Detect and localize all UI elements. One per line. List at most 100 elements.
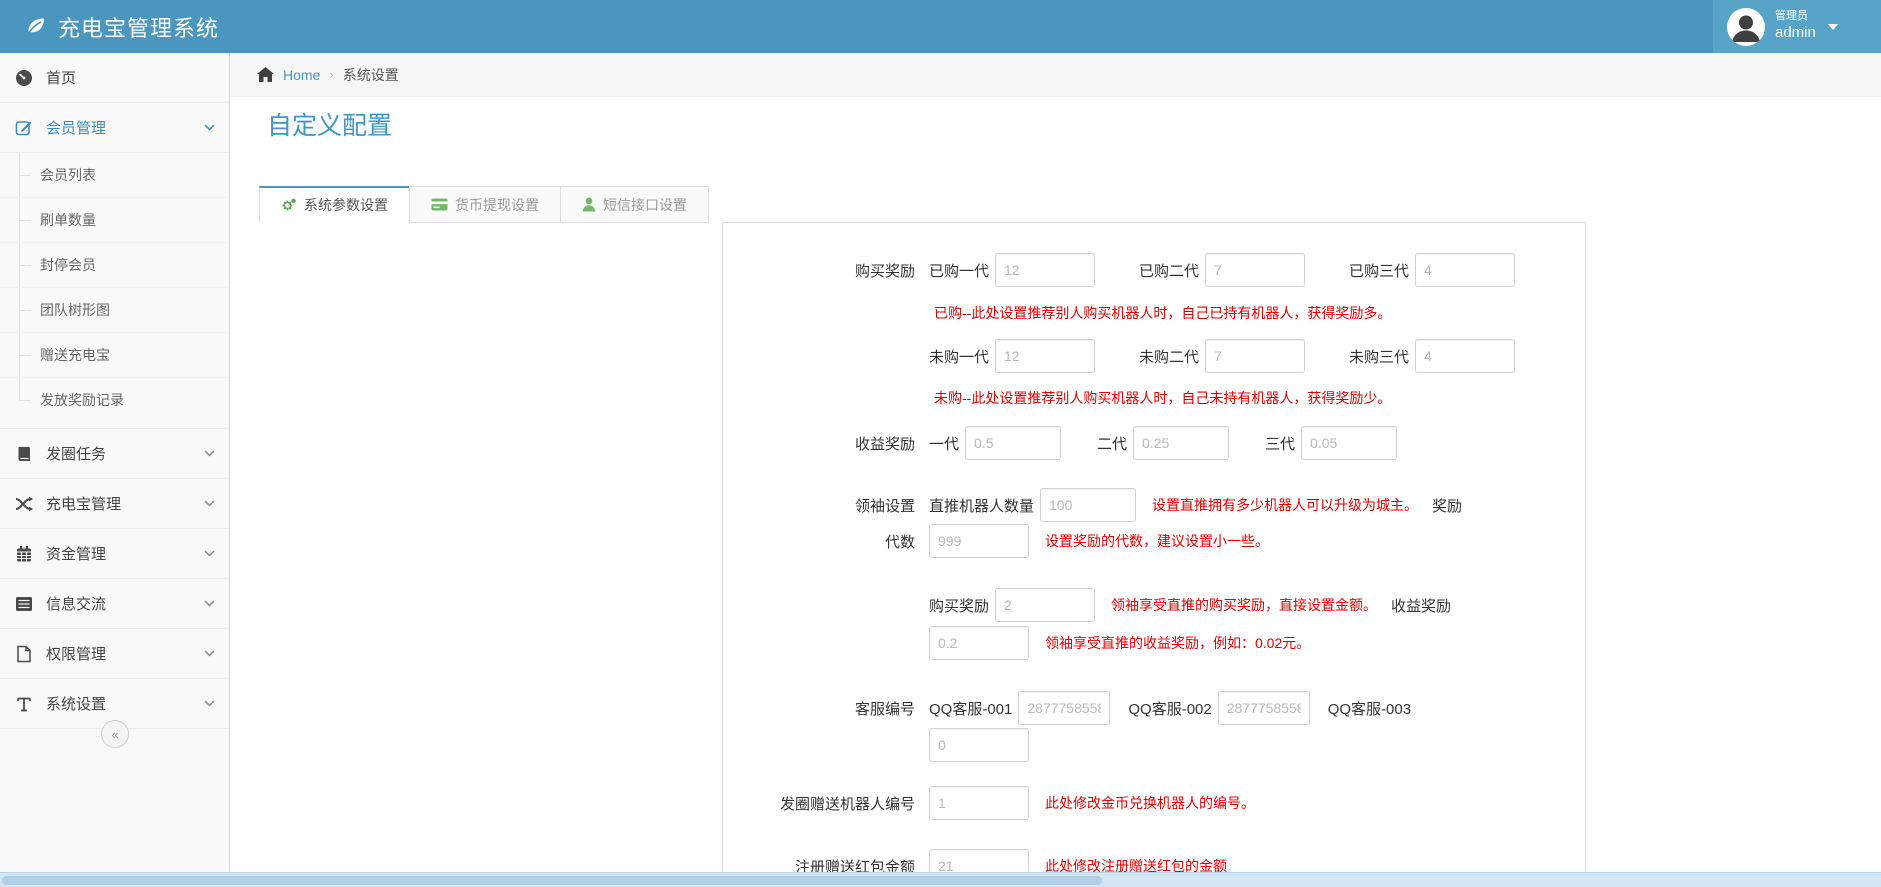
user-icon	[582, 197, 596, 212]
book-icon	[14, 445, 34, 463]
field-label: 购买奖励	[929, 595, 989, 616]
form-row-leader-generations: 代数 设置奖励的代数，建议设置小一些。	[723, 523, 1575, 559]
hint-owned: 已购--此处设置推荐别人购买机器人时，自己已持有机器人，获得奖励多。	[934, 303, 1391, 323]
sidebar-subitem-member-list[interactable]: 会员列表	[0, 153, 229, 198]
income-gen2-input[interactable]	[1133, 426, 1229, 460]
form-row-leader-income-reward: 领袖享受直推的收益奖励，例如：0.02元。	[723, 625, 1575, 661]
group-label: 收益奖励	[723, 433, 929, 454]
horizontal-scrollbar[interactable]	[0, 872, 1881, 887]
owned-gen1-input[interactable]	[995, 253, 1095, 287]
field-label: QQ客服-002	[1128, 698, 1211, 719]
leaf-icon	[24, 15, 48, 39]
user-info: 管理员 admin	[1775, 10, 1816, 43]
income-gen1-input[interactable]	[965, 426, 1061, 460]
field-label: QQ客服-003	[1328, 698, 1411, 719]
app-header: 充电宝管理系统 管理员 admin	[0, 0, 1881, 53]
avatar	[1727, 8, 1765, 46]
leader-income-reward-input[interactable]	[929, 626, 1029, 660]
sidebar-item-label: 会员管理	[46, 117, 106, 138]
sidebar: 首页 会员管理 会员列表 刷单数量 封停会员 团队树形图 赠送充电宝 发放奖励记…	[0, 53, 230, 887]
hint-robot-id: 此处修改金币兑换机器人的编号。	[1045, 793, 1255, 813]
app-brand[interactable]: 充电宝管理系统	[24, 0, 219, 53]
list-icon	[14, 596, 34, 612]
leader-buy-reward-input[interactable]	[995, 588, 1095, 622]
chevron-down-icon	[204, 550, 215, 557]
leader-generations-input[interactable]	[929, 524, 1029, 558]
sidebar-subitem-team-tree[interactable]: 团队树形图	[0, 288, 229, 333]
leader-robot-count-input[interactable]	[1040, 488, 1136, 522]
edit-icon	[14, 119, 34, 137]
hint-leader-buy: 领袖享受直推的购买奖励，直接设置金额。	[1111, 595, 1377, 615]
sidebar-item-funds-management[interactable]: 资金管理	[0, 529, 229, 579]
subitem-label: 发放奖励记录	[40, 390, 124, 410]
hint-not-owned: 未购--此处设置推荐别人购买机器人时，自己未持有机器人，获得奖励少。	[934, 388, 1391, 408]
form-row-robot-id: 发圈赠送机器人编号 此处修改金币兑换机器人的编号。	[723, 785, 1575, 821]
qq2-input[interactable]	[1218, 691, 1310, 725]
sidebar-item-moments-tasks[interactable]: 发圈任务	[0, 429, 229, 479]
breadcrumb-home-link[interactable]: Home	[283, 67, 320, 83]
app-title: 充电宝管理系统	[58, 11, 219, 43]
owned-gen2-input[interactable]	[1205, 253, 1305, 287]
robot-id-input[interactable]	[929, 786, 1029, 820]
collapse-icon: «	[111, 727, 118, 742]
field-label: 未购三代	[1349, 346, 1409, 367]
sidebar-item-label: 首页	[46, 67, 76, 88]
calendar-icon	[14, 545, 34, 563]
form-row-buy-reward-owned: 购买奖励 已购一代 已购二代 已购三代	[723, 252, 1575, 288]
qq3-input[interactable]	[929, 728, 1029, 762]
sidebar-item-label: 发圈任务	[46, 443, 106, 464]
field-label: 未购二代	[1139, 346, 1199, 367]
owned-gen3-input[interactable]	[1415, 253, 1515, 287]
dashboard-icon	[14, 69, 34, 87]
group-label: 购买奖励	[723, 260, 929, 281]
income-gen3-input[interactable]	[1301, 426, 1397, 460]
tab-withdraw-settings[interactable]: 货币提现设置	[409, 186, 561, 223]
sidebar-subitem-reward-records[interactable]: 发放奖励记录	[0, 378, 229, 422]
sidebar-item-label: 资金管理	[46, 543, 106, 564]
field-label: 代数	[723, 531, 929, 552]
chevron-down-icon	[204, 450, 215, 457]
tab-label: 货币提现设置	[455, 195, 539, 215]
suffix-text: 奖励	[1432, 495, 1462, 516]
breadcrumb-separator: ›	[329, 67, 333, 82]
file-icon	[14, 645, 34, 663]
form-row-buy-reward-not-owned: 未购一代 未购二代 未购三代	[723, 338, 1575, 374]
notowned-gen1-input[interactable]	[995, 339, 1095, 373]
sidebar-item-permission-management[interactable]: 权限管理	[0, 629, 229, 679]
chevron-down-icon	[204, 500, 215, 507]
text-icon	[14, 695, 34, 713]
settings-form-panel: 购买奖励 已购一代 已购二代 已购三代 已购--此处设置推荐别人购买机器人时，自…	[722, 222, 1586, 887]
tab-bar: 系统参数设置 货币提现设置 短信接口设置	[259, 186, 709, 223]
sidebar-item-message-exchange[interactable]: 信息交流	[0, 579, 229, 629]
sidebar-item-label: 信息交流	[46, 593, 106, 614]
shuffle-icon	[14, 496, 34, 512]
sidebar-subitem-gift-powerbank[interactable]: 赠送充电宝	[0, 333, 229, 378]
sidebar-item-powerbank-management[interactable]: 充电宝管理	[0, 479, 229, 529]
sidebar-subitem-order-quantity[interactable]: 刷单数量	[0, 198, 229, 243]
home-icon	[257, 67, 274, 82]
card-icon	[431, 198, 448, 211]
notowned-gen3-input[interactable]	[1415, 339, 1515, 373]
user-name: admin	[1775, 24, 1816, 43]
field-label: 二代	[1097, 433, 1127, 454]
form-row-leader-buy-reward: 购买奖励 领袖享受直推的购买奖励，直接设置金额。 收益奖励	[723, 587, 1575, 623]
sidebar-submenu-member: 会员列表 刷单数量 封停会员 团队树形图 赠送充电宝 发放奖励记录	[0, 153, 229, 429]
chevron-down-icon	[204, 700, 215, 707]
notowned-gen2-input[interactable]	[1205, 339, 1305, 373]
subitem-label: 团队树形图	[40, 300, 110, 320]
tab-system-params[interactable]: 系统参数设置	[259, 186, 410, 223]
field-label: 发圈赠送机器人编号	[723, 793, 929, 814]
sidebar-subitem-banned-members[interactable]: 封停会员	[0, 243, 229, 288]
form-row-leader-robot-count: 领袖设置 直推机器人数量 设置直推拥有多少机器人可以升级为城主。 奖励	[723, 487, 1575, 523]
tab-sms-settings[interactable]: 短信接口设置	[560, 186, 709, 223]
sidebar-collapse-button[interactable]: «	[101, 720, 129, 748]
user-menu[interactable]: 管理员 admin	[1713, 0, 1881, 53]
breadcrumb: Home › 系统设置	[231, 53, 1881, 97]
field-label: 已购一代	[929, 260, 989, 281]
chevron-down-icon	[204, 600, 215, 607]
scrollbar-thumb[interactable]	[2, 876, 1102, 885]
sidebar-item-member-management[interactable]: 会员管理	[0, 103, 229, 153]
qq1-input[interactable]	[1018, 691, 1110, 725]
sidebar-item-label: 充电宝管理	[46, 493, 121, 514]
sidebar-item-home[interactable]: 首页	[0, 53, 229, 103]
